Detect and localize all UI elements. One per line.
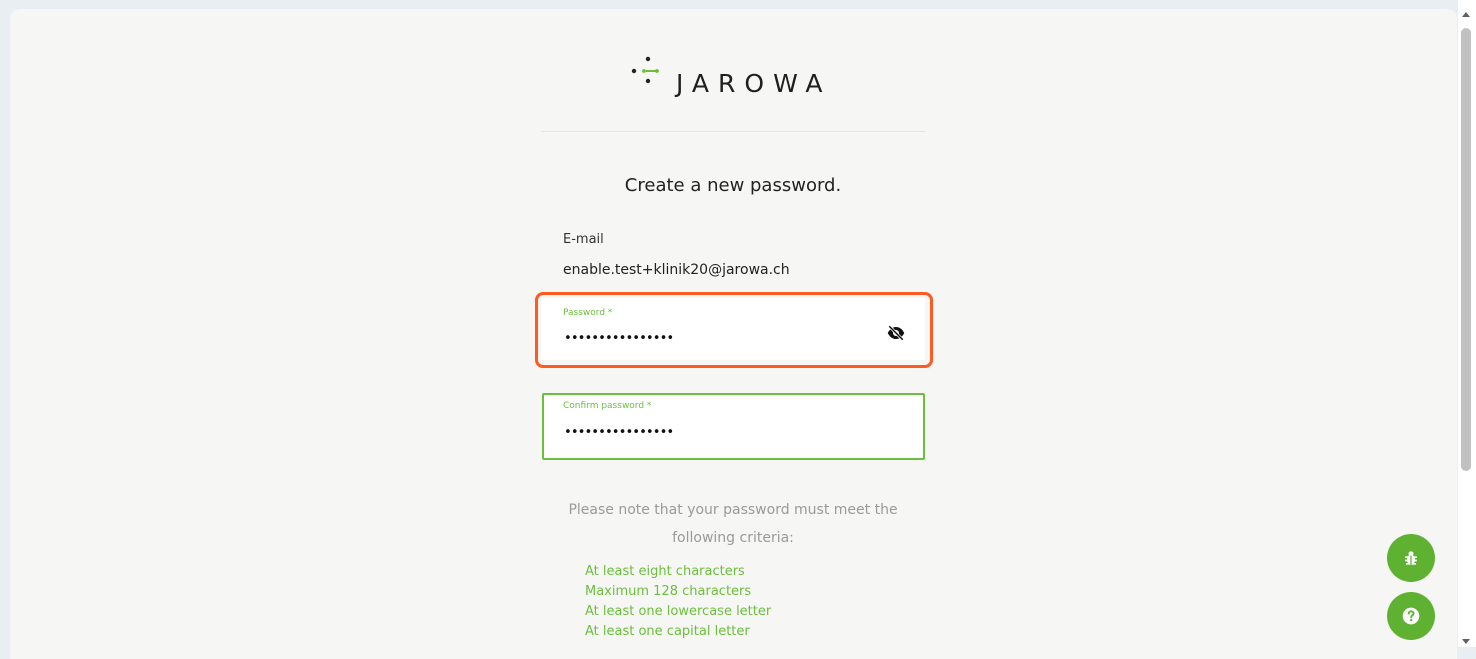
criteria-item: Maximum 128 characters — [585, 584, 752, 599]
criteria-item: At least one capital letter — [585, 624, 750, 639]
scroll-thumb[interactable] — [1461, 28, 1471, 471]
bug-icon — [1405, 551, 1417, 565]
confirm-password-input[interactable] — [564, 425, 864, 440]
scroll-up-arrow-icon[interactable] — [1462, 12, 1470, 17]
email-value: enable.test+klinik20@jarowa.ch — [563, 262, 790, 278]
criteria-item: At least one lowercase letter — [585, 604, 772, 619]
password-input[interactable] — [564, 331, 864, 346]
page-title: Create a new password. — [624, 175, 842, 196]
confirm-password-label: Confirm password * — [563, 401, 652, 411]
criteria-item: At least eight characters — [585, 564, 745, 579]
scroll-down-arrow-icon[interactable] — [1462, 639, 1470, 644]
bug-report-button[interactable] — [1387, 534, 1435, 582]
vertical-scrollbar[interactable] — [1458, 0, 1476, 647]
password-label: Password * — [563, 308, 613, 318]
divider — [541, 131, 925, 132]
password-field[interactable]: Password * — [541, 298, 925, 360]
help-button[interactable] — [1387, 592, 1435, 640]
help-icon — [1402, 607, 1420, 625]
logo-mark-icon — [631, 56, 659, 84]
email-label: E-mail — [563, 232, 604, 247]
confirm-password-field[interactable]: Confirm password * — [542, 393, 925, 460]
criteria-list: At least eight characters Maximum 128 ch… — [585, 562, 771, 642]
eye-slash-icon[interactable] — [887, 324, 905, 342]
logo-text: JAROWA — [676, 69, 832, 98]
jarowa-logo: JAROWA — [630, 53, 900, 98]
criteria-intro: Please note that your password must meet… — [568, 502, 898, 546]
